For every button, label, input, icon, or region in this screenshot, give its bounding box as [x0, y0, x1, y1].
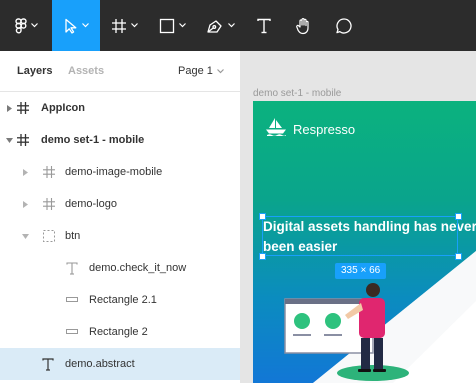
layer-label: Rectangle 2: [89, 326, 148, 338]
layer-label: Rectangle 2.1: [89, 294, 157, 306]
layers-panel: Layers Assets Page 1 AppIcon demo set-1 …: [0, 51, 241, 383]
toolbar: [0, 0, 476, 51]
layer-row-rectangle-2-1[interactable]: Rectangle 2.1: [0, 284, 240, 316]
text-icon: [41, 357, 55, 371]
ship-logo-icon: [265, 117, 287, 141]
layer-label: demo-image-mobile: [65, 166, 163, 178]
layer-row-btn[interactable]: btn: [0, 220, 240, 252]
brand-logo: Respresso: [265, 117, 355, 141]
chevron-down-icon: [130, 23, 138, 28]
layer-label: demo-logo: [65, 198, 117, 210]
caret-right-icon[interactable]: [21, 200, 29, 208]
figma-logo-icon: [14, 17, 27, 34]
caret-down-icon[interactable]: [5, 136, 13, 144]
person-with-board-illustration: [284, 283, 409, 381]
tab-layers[interactable]: Layers: [17, 65, 52, 77]
layer-label: demo set-1 - mobile: [41, 134, 145, 146]
layer-row-appicon[interactable]: AppIcon: [0, 92, 240, 124]
selection-box[interactable]: [262, 216, 458, 256]
text-icon: [257, 18, 271, 34]
layer-label: demo.check_it_now: [89, 262, 187, 274]
frame-icon: [42, 165, 56, 179]
canvas[interactable]: demo set-1 - mobile Respresso Digital as…: [241, 51, 476, 383]
page-label: Page 1: [178, 65, 213, 77]
layer-row-demo-set-1-mobile[interactable]: demo set-1 - mobile: [0, 124, 240, 156]
text-tool-button[interactable]: [244, 0, 284, 51]
layer-row-demo-check-it-now[interactable]: demo.check_it_now: [0, 252, 240, 284]
resize-handle-top-right[interactable]: [455, 213, 462, 220]
panel-tabs: Layers Assets Page 1: [0, 51, 240, 92]
chevron-down-icon: [30, 23, 38, 28]
layer-label: AppIcon: [41, 102, 85, 114]
selection-size-badge: 335 × 66: [335, 263, 387, 279]
comment-icon: [335, 17, 353, 35]
layer-row-rectangle-2[interactable]: Rectangle 2: [0, 316, 240, 348]
mobile-frame[interactable]: Respresso Digital assets handling has ne…: [253, 101, 476, 383]
frame-icon: [16, 133, 30, 147]
text-icon: [65, 261, 79, 275]
chevron-down-icon: [178, 23, 186, 28]
frame-tool-button[interactable]: [100, 0, 148, 51]
cursor-icon: [64, 18, 78, 34]
group-icon: [42, 229, 56, 243]
page-selector[interactable]: Page 1: [178, 65, 224, 77]
frame-icon: [42, 197, 56, 211]
layer-label: btn: [65, 230, 81, 242]
resize-handle-bottom-right[interactable]: [455, 253, 462, 260]
rectangle-icon: [159, 18, 175, 34]
tab-assets[interactable]: Assets: [68, 65, 104, 77]
layer-row-demo-abstract[interactable]: demo.abstract: [0, 348, 240, 380]
layer-row-demo-image-mobile[interactable]: demo-image-mobile: [0, 156, 240, 188]
chevron-down-icon: [227, 23, 235, 28]
rectangle-icon: [65, 325, 79, 339]
pen-icon: [206, 18, 224, 34]
resize-handle-bottom-left[interactable]: [259, 253, 266, 260]
figma-menu-button[interactable]: [0, 0, 52, 51]
caret-down-icon[interactable]: [21, 232, 29, 240]
chevron-down-icon: [81, 23, 89, 28]
resize-handle-top-left[interactable]: [259, 213, 266, 220]
frame-title[interactable]: demo set-1 - mobile: [253, 88, 341, 99]
caret-right-icon[interactable]: [5, 104, 13, 112]
rectangle-icon: [65, 293, 79, 307]
shape-tool-button[interactable]: [148, 0, 196, 51]
hand-icon: [295, 17, 313, 35]
caret-right-icon[interactable]: [21, 168, 29, 176]
frame-icon: [111, 18, 127, 34]
layer-row-demo-logo[interactable]: demo-logo: [0, 188, 240, 220]
pen-tool-button[interactable]: [196, 0, 244, 51]
brand-name: Respresso: [293, 121, 356, 137]
frame-icon: [16, 101, 30, 115]
chevron-down-icon: [216, 65, 224, 77]
move-tool-button[interactable]: [52, 0, 100, 51]
layer-label: demo.abstract: [65, 358, 135, 370]
comment-tool-button[interactable]: [324, 0, 364, 51]
hand-tool-button[interactable]: [284, 0, 324, 51]
